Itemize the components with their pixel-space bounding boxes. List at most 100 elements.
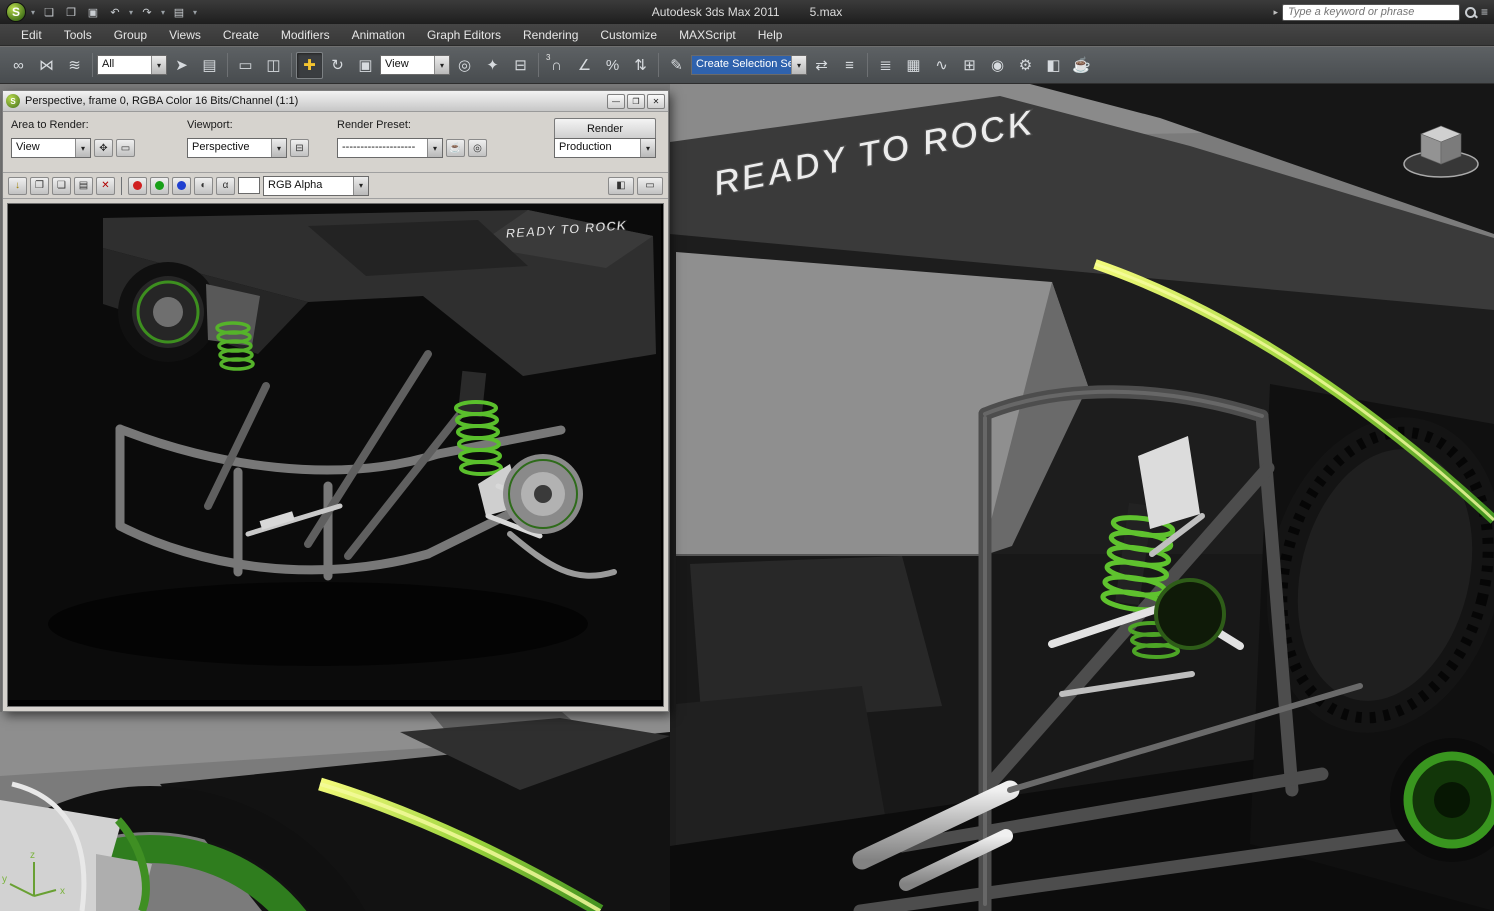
print-image-icon[interactable]: ▤ bbox=[74, 176, 93, 195]
clear-image-icon[interactable]: ✕ bbox=[96, 176, 115, 195]
menu-rendering[interactable]: Rendering bbox=[512, 26, 589, 44]
blue-channel-icon[interactable] bbox=[172, 176, 191, 195]
menu-edit[interactable]: Edit bbox=[10, 26, 53, 44]
redo-icon[interactable]: ↷ bbox=[137, 3, 157, 21]
pan-region-icon[interactable]: ✥ bbox=[94, 139, 113, 157]
area-to-render-dropdown[interactable]: View ▾ bbox=[11, 138, 91, 158]
curve-editor-icon[interactable]: ∿ bbox=[928, 52, 955, 79]
alpha-channel-icon[interactable]: α bbox=[216, 176, 235, 195]
use-pivot-center-icon[interactable]: ◎ bbox=[451, 52, 478, 79]
lock-viewport-icon[interactable]: ⊟ bbox=[290, 139, 309, 157]
red-channel-icon[interactable] bbox=[128, 176, 147, 195]
auto-region-icon[interactable]: ▭ bbox=[116, 139, 135, 157]
named-selection-sets-value: Create Selection Se bbox=[692, 56, 791, 74]
mirror-icon[interactable]: ⇄ bbox=[808, 52, 835, 79]
app-menu-caret-icon[interactable]: ▾ bbox=[28, 8, 38, 17]
new-scene-icon[interactable]: ❏ bbox=[39, 3, 59, 21]
render-setup-icon[interactable]: ⚙ bbox=[1012, 52, 1039, 79]
chevron-down-icon[interactable]: ▾ bbox=[353, 176, 368, 195]
chevron-down-icon[interactable]: ▾ bbox=[75, 139, 90, 157]
environment-small-icon[interactable]: ◎ bbox=[468, 139, 487, 157]
toolbar-options-caret-icon[interactable]: ▾ bbox=[190, 8, 200, 17]
monochrome-channel-icon[interactable]: ◐ bbox=[194, 176, 213, 195]
snaps-toggle-icon[interactable]: 3 ∩ bbox=[543, 52, 570, 79]
open-file-icon[interactable]: ❐ bbox=[61, 3, 81, 21]
search-icon[interactable] bbox=[1464, 6, 1477, 19]
app-logo-icon[interactable]: S bbox=[6, 2, 26, 22]
unlink-selection-icon[interactable]: ⋈ bbox=[33, 52, 60, 79]
menu-customize[interactable]: Customize bbox=[589, 26, 668, 44]
green-channel-icon[interactable] bbox=[150, 176, 169, 195]
graphite-modeling-tools-icon[interactable]: ▦ bbox=[900, 52, 927, 79]
layout-toggle-icon[interactable]: ◧ bbox=[608, 176, 634, 195]
toolbar-separator bbox=[92, 53, 93, 77]
minimize-icon[interactable]: — bbox=[607, 93, 625, 109]
menu-animation[interactable]: Animation bbox=[341, 26, 416, 44]
align-icon[interactable]: ≡ bbox=[836, 52, 863, 79]
material-editor-icon[interactable]: ◉ bbox=[984, 52, 1011, 79]
chevron-down-icon[interactable]: ▾ bbox=[640, 139, 655, 157]
search-input[interactable] bbox=[1281, 3, 1460, 21]
communication-center-icon[interactable]: ≡ bbox=[1481, 5, 1488, 19]
angle-snap-icon[interactable]: ∠ bbox=[571, 52, 598, 79]
copy-image-icon[interactable]: ❐ bbox=[30, 176, 49, 195]
undo-icon[interactable]: ↶ bbox=[105, 3, 125, 21]
select-by-name-icon[interactable]: ▤ bbox=[196, 52, 223, 79]
redo-caret-icon[interactable]: ▾ bbox=[158, 8, 168, 17]
rfw-title-bar[interactable]: S Perspective, frame 0, RGBA Color 16 Bi… bbox=[3, 91, 668, 112]
background-color-swatch[interactable] bbox=[238, 177, 260, 194]
bind-to-space-warp-icon[interactable]: ≋ bbox=[61, 52, 88, 79]
render-button[interactable]: Render bbox=[554, 118, 656, 140]
save-image-icon[interactable]: ↓ bbox=[8, 176, 27, 195]
render-production-icon[interactable]: ☕ bbox=[1068, 52, 1095, 79]
reference-coordinate-dropdown[interactable]: View ▾ bbox=[380, 55, 450, 75]
render-setup-small-icon[interactable]: ☕ bbox=[446, 139, 465, 157]
main-toolbar: ∞ ⋈ ≋ All ▾ ➤ ▤ ▭ ◫ ✚ ↻ ▣ View ▾ ◎ ✦ ⊟ 3… bbox=[0, 47, 1494, 84]
select-and-move-icon[interactable]: ✚ bbox=[296, 51, 323, 79]
percent-snap-icon[interactable]: % bbox=[599, 52, 626, 79]
menu-maxscript[interactable]: MAXScript bbox=[668, 26, 747, 44]
select-object-icon[interactable]: ➤ bbox=[168, 52, 195, 79]
select-and-link-icon[interactable]: ∞ bbox=[5, 52, 32, 79]
rendered-frame-window[interactable]: S Perspective, frame 0, RGBA Color 16 Bi… bbox=[2, 90, 669, 712]
spinner-snap-icon[interactable]: ⇅ bbox=[627, 52, 654, 79]
render-preset-dropdown[interactable]: -------------------- ▾ bbox=[337, 138, 443, 158]
menu-graph-editors[interactable]: Graph Editors bbox=[416, 26, 512, 44]
viewport-dropdown[interactable]: Perspective ▾ bbox=[187, 138, 287, 158]
select-and-scale-icon[interactable]: ▣ bbox=[352, 52, 379, 79]
selection-filter-dropdown[interactable]: All ▾ bbox=[97, 55, 167, 75]
menu-help[interactable]: Help bbox=[747, 26, 794, 44]
schematic-view-icon[interactable]: ⊞ bbox=[956, 52, 983, 79]
menu-tools[interactable]: Tools bbox=[53, 26, 103, 44]
menu-modifiers[interactable]: Modifiers bbox=[270, 26, 341, 44]
select-and-manipulate-icon[interactable]: ✦ bbox=[479, 52, 506, 79]
clone-rendered-frame-icon[interactable]: ❏ bbox=[52, 176, 71, 195]
toolbar-toggle-icon[interactable]: ▭ bbox=[637, 176, 663, 195]
save-file-icon[interactable]: ▣ bbox=[83, 3, 103, 21]
channel-display-dropdown[interactable]: RGB Alpha ▾ bbox=[263, 175, 369, 196]
maximize-icon[interactable]: ❐ bbox=[627, 93, 645, 109]
close-icon[interactable]: ✕ bbox=[647, 93, 665, 109]
menu-views[interactable]: Views bbox=[158, 26, 212, 44]
chevron-down-icon[interactable]: ▾ bbox=[151, 56, 166, 74]
edit-named-selection-sets-icon[interactable]: ✎ bbox=[663, 52, 690, 79]
rendered-frame-window-icon[interactable]: ◧ bbox=[1040, 52, 1067, 79]
chevron-down-icon[interactable]: ▾ bbox=[427, 139, 442, 157]
rectangular-selection-region-icon[interactable]: ▭ bbox=[232, 52, 259, 79]
select-and-rotate-icon[interactable]: ↻ bbox=[324, 52, 351, 79]
window-crossing-icon[interactable]: ◫ bbox=[260, 52, 287, 79]
render-mode-dropdown[interactable]: Production ▾ bbox=[554, 138, 656, 158]
infocenter-expand-icon[interactable]: ▸ bbox=[1273, 7, 1278, 18]
manage-layers-icon[interactable]: ≣ bbox=[872, 52, 899, 79]
undo-caret-icon[interactable]: ▾ bbox=[126, 8, 136, 17]
chevron-down-icon[interactable]: ▾ bbox=[791, 56, 806, 74]
menu-create[interactable]: Create bbox=[212, 26, 270, 44]
project-folder-icon[interactable]: ▤ bbox=[169, 3, 189, 21]
keyboard-override-icon[interactable]: ⊟ bbox=[507, 52, 534, 79]
chevron-down-icon[interactable]: ▾ bbox=[434, 56, 449, 74]
rendered-image[interactable]: READY TO ROCK bbox=[7, 203, 664, 707]
menu-group[interactable]: Group bbox=[103, 26, 158, 44]
chevron-down-icon[interactable]: ▾ bbox=[271, 139, 286, 157]
named-selection-sets-dropdown[interactable]: Create Selection Se ▾ bbox=[691, 55, 807, 75]
snaps-badge: 3 bbox=[546, 52, 551, 62]
